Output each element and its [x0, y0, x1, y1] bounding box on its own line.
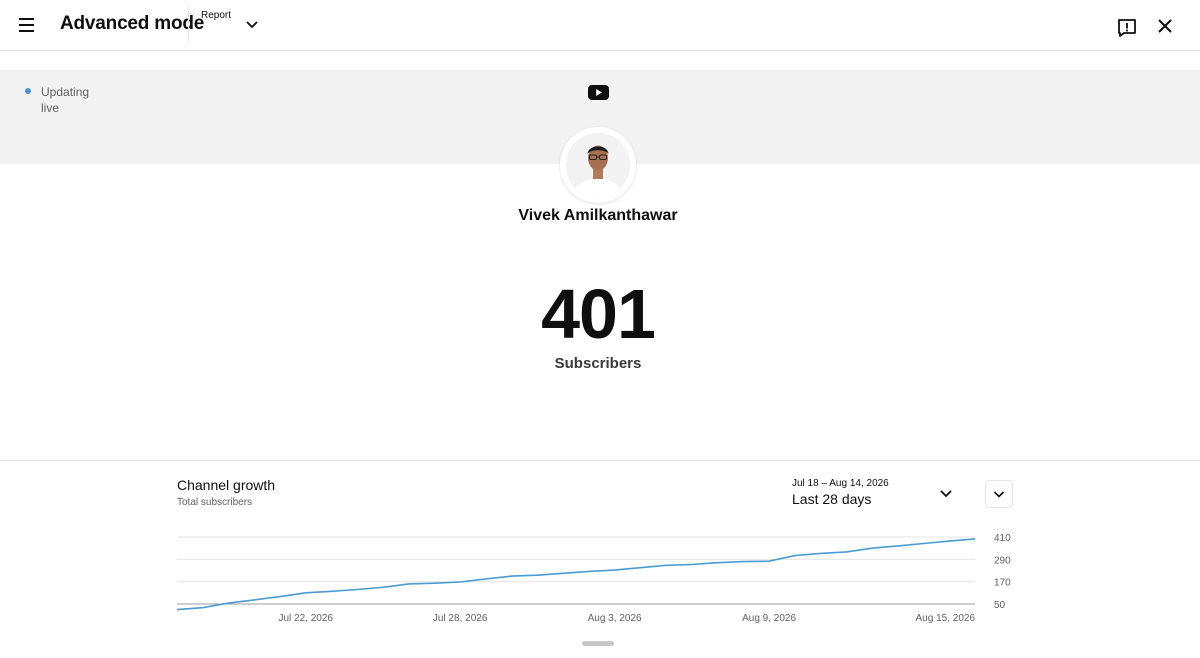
- subscriber-label: Subscribers: [554, 355, 642, 372]
- section-divider: [0, 460, 1200, 461]
- chart-title: Channel growth: [177, 477, 276, 493]
- date-range-text: Jul 18 – Aug 14, 2026: [792, 478, 889, 489]
- youtube-logo-icon: [588, 85, 609, 100]
- subscriber-count: 401: [541, 275, 656, 353]
- x-tick-label: Jul 22, 2026: [278, 613, 333, 624]
- y-tick-label: 410: [994, 533, 1011, 544]
- x-tick-label: Aug 15, 2026: [916, 613, 976, 624]
- growth-chart: 50 170 290 410 Jul 22, 2026 Jul 28, 2026 Aug 3…: [176, 533, 1011, 624]
- y-tick-label: 170: [994, 578, 1011, 589]
- app-header: Advanced mode Report: [0, 0, 1200, 51]
- x-tick-label: Jul 28, 2026: [433, 613, 488, 624]
- live-status-text: Updating live: [41, 85, 90, 115]
- chevron-down-icon: [993, 491, 1005, 498]
- series-line-total-subscribers: [176, 538, 976, 611]
- y-tick-label: 290: [994, 555, 1011, 566]
- report-label: Report: [201, 10, 232, 21]
- drag-handle[interactable]: [582, 641, 614, 646]
- header-divider: [188, 6, 189, 42]
- date-range-label[interactable]: Last 28 days: [792, 491, 871, 507]
- live-status-dot: [25, 88, 31, 94]
- report-dropdown-chevron-down-icon[interactable]: [242, 15, 262, 35]
- hamburger-menu-icon[interactable]: [14, 12, 40, 38]
- chart-subtitle: Total subscribers: [177, 497, 253, 508]
- close-icon[interactable]: [1154, 15, 1176, 37]
- x-tick-label: Aug 3, 2026: [588, 613, 642, 624]
- avatar: [566, 133, 630, 197]
- feedback-icon[interactable]: [1115, 16, 1139, 40]
- date-range-chevron-down-icon[interactable]: [936, 484, 956, 504]
- page-title: Advanced mode: [60, 13, 205, 34]
- channel-avatar: [560, 127, 636, 203]
- collapse-button[interactable]: [985, 480, 1013, 508]
- channel-name: Vivek Amilkanthawar: [518, 207, 678, 224]
- x-tick-label: Aug 9, 2026: [742, 613, 796, 624]
- y-tick-label: 50: [994, 600, 1006, 611]
